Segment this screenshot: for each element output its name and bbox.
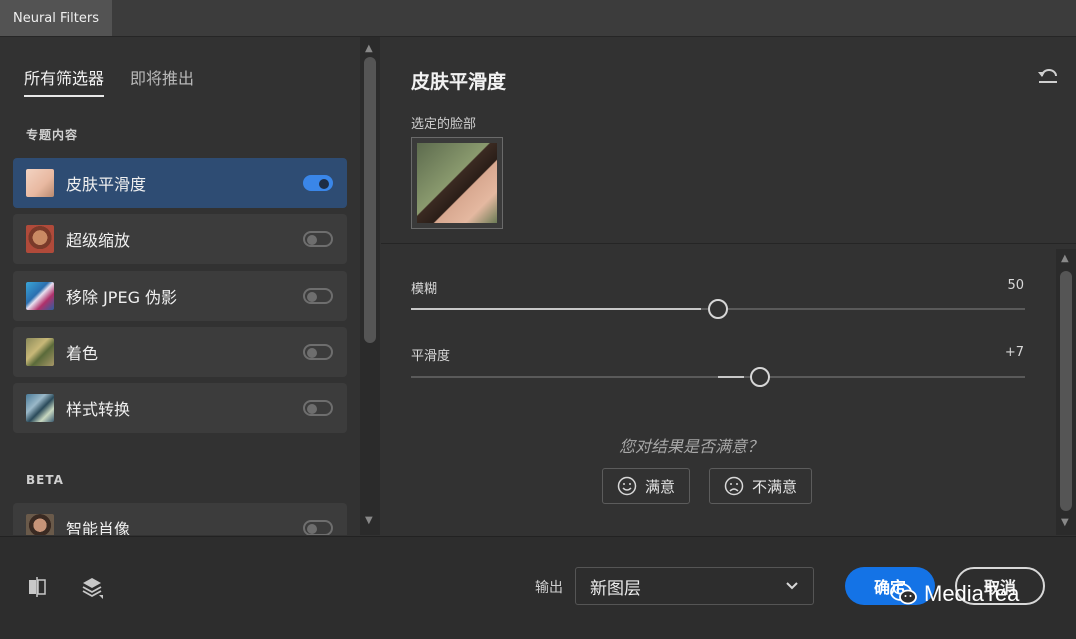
- filter-item-skin-smoothing[interactable]: 皮肤平滑度: [13, 158, 347, 208]
- smoothness-slider-value: +7: [1004, 345, 1024, 360]
- feedback-question: 您对结果是否满意？: [618, 437, 763, 456]
- tab-coming-soon[interactable]: 即将推出: [130, 65, 194, 97]
- blur-slider-knob[interactable]: [708, 299, 728, 319]
- left-scroll-thumb[interactable]: [364, 57, 376, 343]
- toggle-knob: [307, 292, 317, 302]
- smoothness-slider-fill: [718, 376, 744, 378]
- title-bar: Neural Filters: [0, 0, 1076, 37]
- face-image: [417, 143, 497, 223]
- layers-icon[interactable]: [80, 575, 104, 599]
- scroll-down-arrow-icon[interactable]: ▼: [365, 515, 373, 526]
- selected-face-thumbnail[interactable]: [411, 137, 503, 229]
- remove-jpeg-thumbnail: [26, 282, 54, 310]
- filter-title: 皮肤平滑度: [411, 71, 507, 93]
- blur-slider-fill: [411, 308, 701, 310]
- watermark-text: MediaTea: [924, 581, 1020, 606]
- beta-section-label: BETA: [26, 473, 64, 487]
- filter-label: 着色: [66, 344, 99, 363]
- left-scrollbar[interactable]: ▲ ▼: [360, 37, 380, 535]
- selected-face-label: 选定的脸部: [411, 117, 477, 132]
- style-transfer-toggle[interactable]: [303, 400, 333, 416]
- skin-smoothing-thumbnail: [26, 169, 54, 197]
- beta-list-clip: 智能肖像: [0, 503, 360, 535]
- satisfied-label: 满意: [645, 477, 676, 496]
- toggle-knob: [307, 235, 317, 245]
- output-select[interactable]: 新图层: [575, 567, 814, 605]
- remove-jpeg-toggle[interactable]: [303, 288, 333, 304]
- filter-item-remove-jpeg[interactable]: 移除 JPEG 伪影: [13, 271, 347, 321]
- scroll-up-arrow-icon[interactable]: ▲: [1061, 253, 1069, 264]
- frown-icon: [724, 476, 744, 496]
- satisfied-button[interactable]: 满意: [602, 468, 691, 504]
- blur-slider-label: 模糊: [411, 282, 438, 297]
- smoothness-slider-label: 平滑度: [411, 349, 451, 364]
- output-selected-value: 新图层: [590, 578, 641, 599]
- filter-header-section: 皮肤平滑度 选定的脸部: [381, 37, 1076, 244]
- colorize-thumbnail: [26, 338, 54, 366]
- filter-label: 皮肤平滑度: [66, 175, 147, 194]
- super-zoom-thumbnail: [26, 225, 54, 253]
- blur-slider-track[interactable]: [411, 299, 1025, 319]
- filter-label: 智能肖像: [66, 520, 131, 535]
- super-zoom-toggle[interactable]: [303, 231, 333, 247]
- filter-tabs: 所有筛选器 即将推出: [24, 65, 194, 97]
- watermark: MediaTea: [890, 581, 1019, 607]
- smart-portrait-thumbnail: [26, 514, 54, 535]
- skin-smoothing-toggle[interactable]: [303, 175, 333, 191]
- filter-label: 移除 JPEG 伪影: [66, 288, 178, 307]
- wechat-logo-icon: [890, 583, 917, 605]
- output-label: 输出: [535, 580, 563, 596]
- right-scroll-thumb[interactable]: [1060, 271, 1072, 511]
- filter-label: 样式转换: [66, 400, 131, 419]
- toggle-knob: [307, 348, 317, 358]
- unsatisfied-button[interactable]: 不满意: [709, 468, 813, 504]
- compare-view-icon[interactable]: [25, 575, 49, 599]
- smoothness-slider-knob[interactable]: [750, 367, 770, 387]
- featured-section-label: 专题内容: [26, 128, 79, 142]
- scroll-down-arrow-icon[interactable]: ▼: [1061, 517, 1069, 528]
- right-scrollbar[interactable]: ▲ ▼: [1056, 249, 1076, 535]
- colorize-toggle[interactable]: [303, 344, 333, 360]
- window-title-tab[interactable]: Neural Filters: [0, 0, 112, 36]
- reset-icon[interactable]: [1035, 64, 1061, 88]
- filter-item-super-zoom[interactable]: 超级缩放: [13, 214, 347, 264]
- chevron-down-icon: [786, 582, 798, 590]
- toggle-knob: [307, 524, 317, 534]
- style-transfer-thumbnail: [26, 394, 54, 422]
- toggle-knob: [319, 179, 329, 189]
- unsatisfied-label: 不满意: [752, 477, 798, 496]
- tab-all-filters[interactable]: 所有筛选器: [24, 65, 105, 97]
- filter-item-colorize[interactable]: 着色: [13, 327, 347, 377]
- filter-item-smart-portrait[interactable]: 智能肖像: [13, 503, 347, 535]
- blur-slider-value: 50: [1007, 278, 1024, 293]
- smile-icon: [617, 476, 637, 496]
- filter-list-panel: 所有筛选器 即将推出 专题内容 皮肤平滑度 超级缩放 移除 JPEG 伪影 着色…: [0, 37, 380, 535]
- scroll-up-arrow-icon[interactable]: ▲: [365, 43, 373, 54]
- filter-item-style-transfer[interactable]: 样式转换: [13, 383, 347, 433]
- filter-label: 超级缩放: [66, 231, 131, 250]
- smoothness-slider-track[interactable]: [411, 367, 1025, 387]
- toggle-knob: [307, 404, 317, 414]
- smart-portrait-toggle[interactable]: [303, 520, 333, 535]
- footer-bar: 输出 新图层 确定 取消 MediaTea: [0, 536, 1076, 639]
- filter-settings-panel: 皮肤平滑度 选定的脸部 模糊 50 平滑度 +7 您对结果是否满意？ 满意 不满…: [381, 37, 1076, 535]
